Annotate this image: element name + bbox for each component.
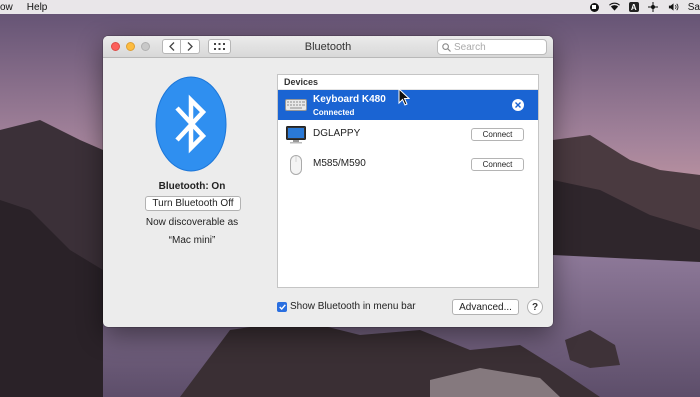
discoverable-name: “Mac mini”: [168, 235, 216, 246]
remove-device-button[interactable]: [512, 99, 524, 111]
chevron-left-icon: [168, 42, 174, 51]
bluetooth-status: Bluetooth: On: [158, 181, 226, 192]
bluetooth-preferences-window: Bluetooth Bluetooth: On Turn Bluetooth O…: [103, 36, 553, 327]
show-in-menu-bar-label: Show Bluetooth in menu bar: [290, 301, 416, 312]
device-row-dglappy[interactable]: DGLAPPY Connect: [278, 120, 538, 150]
menu-bar: ow Help A Sa: [0, 0, 700, 14]
device-name: M585/M590: [313, 158, 366, 169]
computer-icon: [285, 124, 307, 146]
help-button[interactable]: ?: [527, 299, 543, 315]
search-icon: [442, 42, 451, 52]
device-name: Keyboard K480: [313, 94, 386, 105]
menu-help[interactable]: Help: [27, 2, 48, 13]
remote-icon[interactable]: [648, 2, 659, 12]
show-all-button[interactable]: [208, 39, 231, 54]
menu-window[interactable]: ow: [0, 2, 13, 13]
window-titlebar[interactable]: Bluetooth: [103, 36, 553, 58]
wifi-icon[interactable]: [608, 2, 620, 12]
bluetooth-logo-icon: [155, 76, 227, 172]
chevron-right-icon: [187, 42, 193, 51]
mouse-icon: [285, 154, 307, 176]
input-source-icon[interactable]: A: [628, 2, 639, 12]
advanced-button[interactable]: Advanced...: [452, 299, 519, 315]
connect-button[interactable]: Connect: [471, 128, 524, 141]
close-icon: [515, 102, 521, 108]
back-forward-control: [162, 39, 200, 54]
zoom-window-button[interactable]: [141, 42, 150, 51]
grid-icon: [214, 43, 225, 50]
show-in-menu-bar-checkbox[interactable]: [277, 301, 287, 312]
connect-button[interactable]: Connect: [471, 158, 524, 171]
forward-button[interactable]: [181, 39, 200, 54]
back-button[interactable]: [162, 39, 181, 54]
checkmark-icon: [278, 303, 286, 310]
mouse-pointer-icon: [398, 88, 410, 106]
device-row-mouse[interactable]: M585/M590 Connect: [278, 150, 538, 180]
search-field[interactable]: [437, 39, 547, 55]
turn-bluetooth-off-button[interactable]: Turn Bluetooth Off: [145, 196, 241, 211]
volume-icon[interactable]: [668, 2, 679, 12]
search-input[interactable]: [454, 41, 544, 53]
close-window-button[interactable]: [111, 42, 120, 51]
devices-list[interactable]: Devices Keyboard K480 Connected DGLAPPY …: [277, 74, 539, 288]
device-name: DGLAPPY: [313, 128, 361, 139]
show-in-menu-bar-option[interactable]: Show Bluetooth in menu bar: [277, 301, 416, 312]
stop-icon[interactable]: [589, 2, 600, 12]
discoverable-text: Now discoverable as: [145, 217, 239, 228]
menu-user-name[interactable]: Sa: [688, 2, 700, 13]
minimize-window-button[interactable]: [126, 42, 135, 51]
device-status: Connected: [313, 108, 355, 117]
keyboard-icon: [285, 94, 307, 116]
